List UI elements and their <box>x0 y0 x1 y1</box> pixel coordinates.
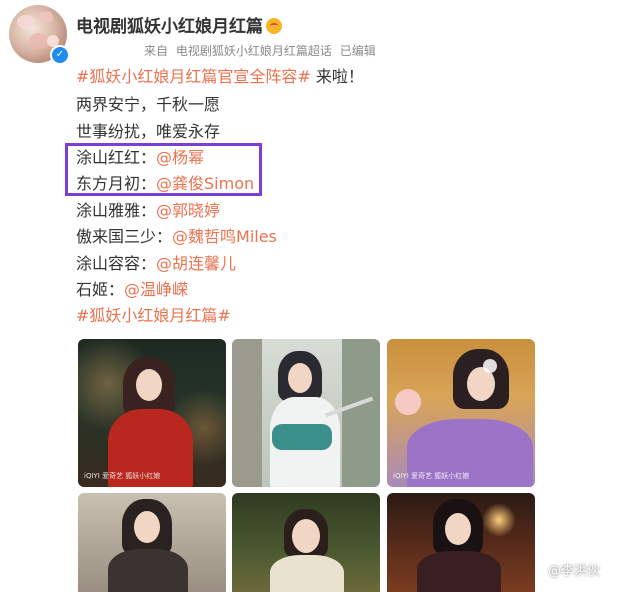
author-name-text[interactable]: 电视剧狐妖小红娘月红篇 <box>76 17 263 37</box>
post-line-1: #狐妖小红娘月红篇官宣全阵容# 来啦！ <box>76 67 364 87</box>
hashtag-lineup[interactable]: #狐妖小红娘月红篇官宣全阵容# <box>76 67 311 86</box>
photo-2[interactable] <box>232 339 380 487</box>
role-label: 石姬： <box>76 280 125 299</box>
role-label: 涂山雅雅： <box>76 201 157 220</box>
post-line-8: 涂山容容：@胡连馨儿 <box>76 254 236 274</box>
photo-4[interactable] <box>78 493 226 592</box>
weibo-post: ✓ 电视剧狐妖小红娘月红篇 来自 电视剧狐妖小红娘月红篇超话 已编辑 #狐妖小红… <box>0 0 640 592</box>
mention-link[interactable]: @温峥嵘 <box>124 280 188 299</box>
line-text: 来啦！ <box>310 67 364 86</box>
watermark: @李洪伙 <box>548 564 601 579</box>
role-label: 傲来国三少： <box>76 227 173 246</box>
photo-1[interactable]: iQIYI 爱奇艺 狐妖小红娘 <box>78 339 226 487</box>
edited-label: 已编辑 <box>339 44 376 58</box>
hashtag-drama[interactable]: #狐妖小红娘月红篇# <box>76 306 231 325</box>
photo-tag: iQIYI 爱奇艺 狐妖小红娘 <box>84 472 161 480</box>
post-line-10: #狐妖小红娘月红篇# <box>76 306 231 326</box>
source-link[interactable]: 电视剧狐妖小红娘月红篇超话 <box>176 44 332 58</box>
photo-6[interactable] <box>387 493 535 592</box>
post-line-2: 两界安宁，千秋一愿 <box>76 95 221 114</box>
source-prefix: 来自 <box>144 44 169 58</box>
mention-link[interactable]: @郭晓婷 <box>156 201 220 220</box>
mention-link[interactable]: @魏哲鸣Miles <box>172 227 277 246</box>
author-name[interactable]: 电视剧狐妖小红娘月红篇 <box>76 12 282 37</box>
photo-3[interactable]: iQIYI 爱奇艺 狐妖小红娘 <box>387 339 535 487</box>
post-line-9: 石姬：@温峥嵘 <box>76 280 188 300</box>
highlight-box <box>65 143 262 196</box>
emoji-icon <box>266 18 282 34</box>
post-line-7: 傲来国三少：@魏哲鸣Miles <box>76 227 277 247</box>
post-line-6: 涂山雅雅：@郭晓婷 <box>76 201 220 221</box>
mention-link[interactable]: @胡连馨儿 <box>156 254 236 273</box>
photo-5[interactable] <box>232 493 380 592</box>
post-meta: 来自 电视剧狐妖小红娘月红篇超话 已编辑 <box>144 42 380 59</box>
role-label: 涂山容容： <box>76 254 157 273</box>
post-line-3: 世事纷扰，唯爱永存 <box>76 122 221 141</box>
verified-badge-icon: ✓ <box>50 45 70 65</box>
photo-tag: iQIYI 爱奇艺 狐妖小红娘 <box>393 472 470 480</box>
